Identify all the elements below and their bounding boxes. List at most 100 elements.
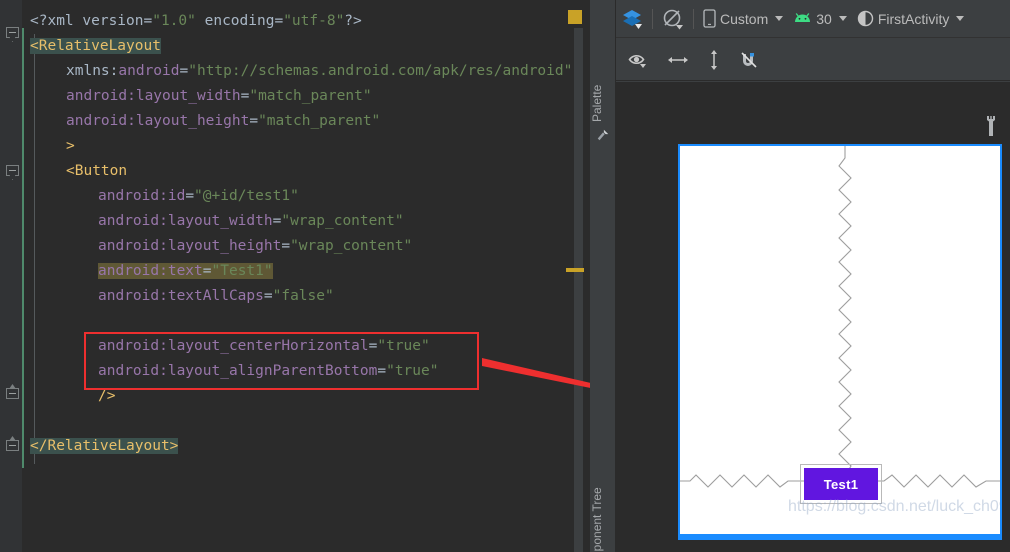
code-line: android:layout_width="wrap_content" — [98, 209, 404, 234]
code-token: = — [263, 288, 273, 304]
code-token: android:layout_width — [66, 88, 241, 104]
fold-marker-button-end[interactable] — [6, 384, 21, 403]
code-token: "utf-8" — [283, 13, 345, 29]
design-mode-button[interactable] — [616, 0, 648, 38]
tool-tab-palette[interactable]: Palette — [590, 42, 616, 122]
code-token: android:layout_height — [98, 238, 282, 254]
code-token: android:text — [98, 263, 203, 279]
code-token: "true" — [386, 363, 439, 379]
chevron-down-icon-theme — [956, 16, 965, 21]
tool-tab-component-tree-label: omponent Tree — [590, 487, 604, 552]
code-token: = — [185, 188, 195, 204]
code-token: xmlns: — [66, 63, 119, 79]
code-line: <Button — [66, 159, 127, 184]
editor-scrollbar-track[interactable] — [574, 28, 583, 552]
code-content[interactable]: <?xml version="1.0" encoding="utf-8"?> <R… — [22, 0, 572, 552]
match-height-button[interactable] — [707, 49, 721, 71]
code-line: android:id="@+id/test1" — [98, 184, 299, 209]
phone-icon — [703, 9, 716, 28]
code-line: android:layout_width="match_parent" — [66, 84, 372, 109]
code-line: /> — [98, 384, 115, 409]
device-preview[interactable]: Test1 https://blog.csdn.net/luck_ch09 — [678, 144, 1002, 536]
wrench-icon — [987, 116, 995, 136]
tool-window-tabs: Palette omponent Tree — [590, 0, 616, 552]
code-line: android:layout_height="match_parent" — [66, 109, 380, 134]
code-line: </RelativeLayout> — [30, 434, 179, 459]
fold-marker-button[interactable] — [6, 165, 21, 180]
code-token: android:id — [98, 188, 186, 204]
design-toolbar-secondary — [616, 39, 1010, 81]
horizontal-arrows-icon — [668, 56, 688, 63]
code-token: "match_parent" — [249, 88, 372, 104]
code-token: <RelativeLayout — [30, 38, 161, 54]
vertical-arrows-icon — [711, 49, 717, 70]
watermark-text: https://blog.csdn.net/luck_ch09 — [788, 498, 1002, 515]
code-token: android — [118, 63, 180, 79]
fold-marker-relativelayout[interactable] — [6, 27, 21, 42]
code-token: = — [249, 113, 259, 129]
device-label: Custom — [720, 10, 769, 27]
device-selector[interactable]: Custom — [698, 0, 788, 38]
scrollbar-warning-marker[interactable] — [566, 268, 584, 272]
theme-selector[interactable]: FirstActivity — [852, 0, 970, 38]
chevron-down-icon-api — [838, 16, 847, 21]
code-line: android:layout_centerHorizontal="true" — [98, 334, 430, 359]
code-token: /> — [98, 388, 116, 404]
code-token: = — [202, 263, 212, 279]
right-constraint-spring — [876, 474, 1000, 488]
code-token: = — [179, 63, 189, 79]
orientation-button[interactable] — [657, 0, 689, 38]
android-icon — [795, 13, 811, 22]
code-token: "wrap_content" — [281, 213, 404, 229]
tool-tab-component-tree[interactable]: omponent Tree — [590, 448, 616, 552]
code-line: android:layout_height="wrap_content" — [98, 234, 412, 259]
vertical-constraint-spring — [838, 146, 852, 494]
code-line: <?xml version="1.0" encoding="utf-8"?> — [30, 9, 362, 34]
code-token: android:textAllCaps — [98, 288, 264, 304]
code-token: "1.0" — [152, 13, 196, 29]
warning-indicator[interactable] — [568, 10, 582, 24]
rotate-device-icon — [663, 9, 683, 29]
match-width-button[interactable] — [667, 53, 689, 67]
theme-label: FirstActivity — [877, 10, 950, 27]
api-selector[interactable]: 30 — [788, 0, 852, 38]
xml-code-editor[interactable]: <?xml version="1.0" encoding="utf-8"?> <R… — [0, 0, 590, 552]
view-options-button[interactable] — [628, 52, 649, 68]
code-token: "@+id/test1" — [194, 188, 299, 204]
code-token: = — [377, 363, 387, 379]
code-line: android:textAllCaps="false" — [98, 284, 334, 309]
device-bottom-edge — [678, 534, 1002, 540]
preview-canvas[interactable]: Test1 https://blog.csdn.net/luck_ch09 — [616, 82, 1010, 552]
layers-icon — [623, 9, 642, 29]
theme-contrast-icon — [857, 10, 874, 27]
android-studio-layout-editor: <?xml version="1.0" encoding="utf-8"?> <R… — [0, 0, 1010, 552]
chevron-down-icon — [775, 16, 784, 21]
toolbar-separator — [652, 8, 653, 29]
eye-icon — [628, 54, 646, 68]
fold-marker-relativelayout-end[interactable] — [6, 436, 21, 455]
code-line: android:layout_alignParentBottom="true" — [98, 359, 438, 384]
toggle-autoconnect-button[interactable] — [739, 50, 759, 70]
code-token: "Test1" — [211, 263, 273, 279]
code-token: <?xml version= — [30, 13, 153, 29]
code-token: > — [66, 138, 75, 154]
magnet-off-icon — [741, 51, 757, 68]
api-label: 30 — [816, 10, 832, 27]
preview-button-label: Test1 — [823, 476, 859, 492]
code-token: </RelativeLayout> — [30, 438, 179, 454]
code-token: android:layout_centerHorizontal — [98, 338, 369, 354]
preview-button-test1[interactable]: Test1 — [804, 468, 878, 500]
code-token: encoding= — [195, 13, 284, 29]
canvas-settings-button[interactable] — [982, 115, 1000, 141]
code-token: "true" — [377, 338, 430, 354]
code-token: android:layout_height — [66, 113, 250, 129]
toolbar-separator-2 — [693, 8, 694, 29]
left-constraint-spring — [680, 474, 804, 488]
code-line: <RelativeLayout — [30, 34, 161, 59]
tool-tab-palette-label: Palette — [590, 84, 604, 122]
code-token: android:layout_width — [98, 213, 273, 229]
design-toolbar: Custom 30 FirstActivity — [616, 0, 1010, 38]
code-line: xmlns:android="http://schemas.android.co… — [66, 59, 572, 84]
code-token: "http://schemas.android.com/apk/res/andr… — [188, 63, 573, 79]
editor-gutter[interactable] — [0, 0, 22, 552]
